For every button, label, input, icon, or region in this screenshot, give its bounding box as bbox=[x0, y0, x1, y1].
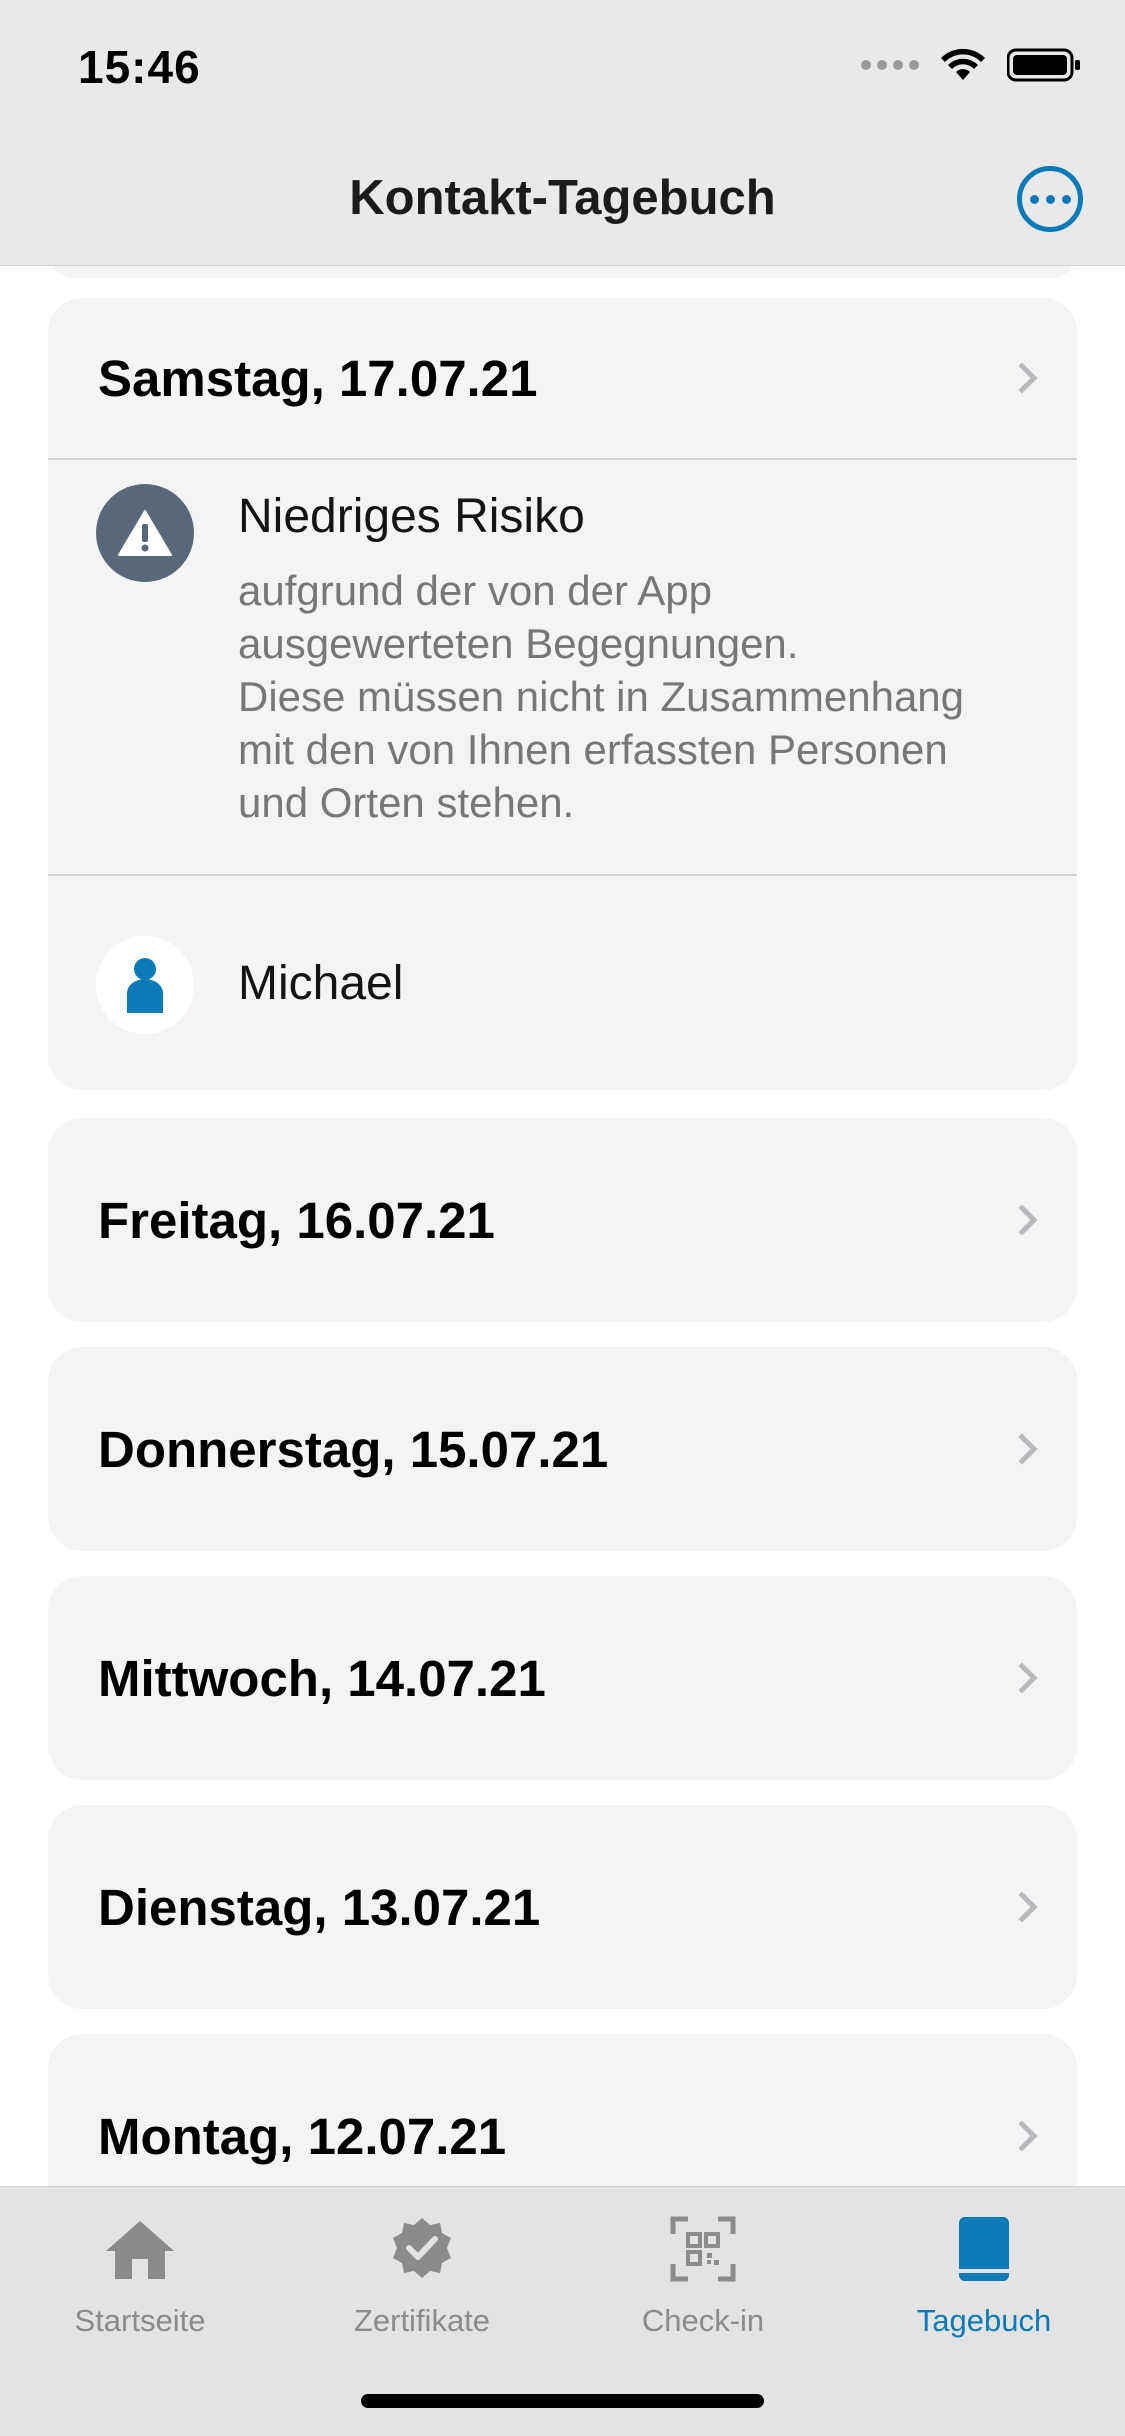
day-card: Samstag, 17.07.21 Niedriges Risiko aufgr… bbox=[48, 298, 1077, 1090]
day-label: Mittwoch, 14.07.21 bbox=[98, 1649, 546, 1707]
home-indicator[interactable] bbox=[361, 2394, 764, 2408]
day-label: Samstag, 17.07.21 bbox=[98, 349, 538, 407]
day-card: Freitag, 16.07.21 bbox=[48, 1118, 1077, 1322]
status-icons bbox=[861, 48, 1081, 82]
home-icon bbox=[20, 2209, 260, 2289]
day-card: Dienstag, 13.07.21 bbox=[48, 1805, 1077, 2009]
status-bar: 15:46 bbox=[0, 0, 1125, 140]
tab-tagebuch[interactable]: Tagebuch bbox=[864, 2209, 1104, 2339]
tab-label: Tagebuch bbox=[916, 2303, 1052, 2338]
tab-startseite[interactable]: Startseite bbox=[20, 2209, 260, 2339]
book-icon bbox=[864, 2209, 1104, 2289]
cellular-signal-icon bbox=[861, 60, 919, 70]
diary-list[interactable]: Samstag, 17.07.21 Niedriges Risiko aufgr… bbox=[0, 266, 1125, 2186]
day-row-tuesday[interactable]: Dienstag, 13.07.21 bbox=[48, 1805, 1077, 2009]
tab-label: Startseite bbox=[74, 2303, 206, 2338]
person-name: Michael bbox=[238, 956, 404, 1010]
tab-label: Zertifikate bbox=[353, 2303, 491, 2338]
risk-description: aufgrund der von der App ausgewerteten B… bbox=[238, 567, 965, 826]
certificate-icon bbox=[302, 2209, 542, 2289]
status-time: 15:46 bbox=[78, 41, 201, 93]
day-row-saturday[interactable]: Samstag, 17.07.21 bbox=[48, 298, 1077, 458]
risk-info: Niedriges Risiko aufgrund der von der Ap… bbox=[48, 460, 1077, 874]
day-card: Donnerstag, 15.07.21 bbox=[48, 1347, 1077, 1551]
warning-icon bbox=[96, 484, 194, 582]
person-icon bbox=[96, 936, 194, 1034]
more-icon bbox=[1029, 194, 1039, 204]
navigation-bar: Kontakt-Tagebuch bbox=[0, 140, 1125, 266]
day-card: Mittwoch, 14.07.21 bbox=[48, 1576, 1077, 1780]
previous-card-edge bbox=[48, 266, 1077, 278]
day-label: Freitag, 16.07.21 bbox=[98, 1191, 495, 1249]
day-row-friday[interactable]: Freitag, 16.07.21 bbox=[48, 1118, 1077, 1322]
qr-scan-icon bbox=[583, 2209, 823, 2289]
more-options-button[interactable] bbox=[1017, 166, 1083, 232]
chevron-right-icon bbox=[1006, 1204, 1038, 1236]
risk-title: Niedriges Risiko bbox=[238, 490, 585, 543]
day-card: Montag, 12.07.21 bbox=[48, 2034, 1077, 2186]
wifi-icon bbox=[941, 48, 985, 80]
tab-zertifikate[interactable]: Zertifikate bbox=[302, 2209, 542, 2339]
page-title: Kontakt-Tagebuch bbox=[349, 171, 776, 225]
person-entry: Michael bbox=[48, 876, 1077, 1090]
day-row-monday[interactable]: Montag, 12.07.21 bbox=[48, 2034, 1077, 2186]
day-row-thursday[interactable]: Donnerstag, 15.07.21 bbox=[48, 1347, 1077, 1551]
battery-icon bbox=[1007, 48, 1080, 82]
chevron-right-icon bbox=[1006, 1433, 1038, 1465]
day-label: Montag, 12.07.21 bbox=[98, 2107, 507, 2165]
tab-check-in[interactable]: Check-in bbox=[583, 2209, 823, 2339]
chevron-right-icon bbox=[1006, 2120, 1038, 2152]
chevron-right-icon bbox=[1006, 1891, 1038, 1923]
day-row-wednesday[interactable]: Mittwoch, 14.07.21 bbox=[48, 1576, 1077, 1780]
day-label: Dienstag, 13.07.21 bbox=[98, 1878, 541, 1936]
day-label: Donnerstag, 15.07.21 bbox=[98, 1420, 609, 1478]
tab-label: Check-in bbox=[641, 2303, 765, 2338]
chevron-right-icon bbox=[1006, 1662, 1038, 1694]
chevron-right-icon bbox=[1006, 362, 1038, 394]
